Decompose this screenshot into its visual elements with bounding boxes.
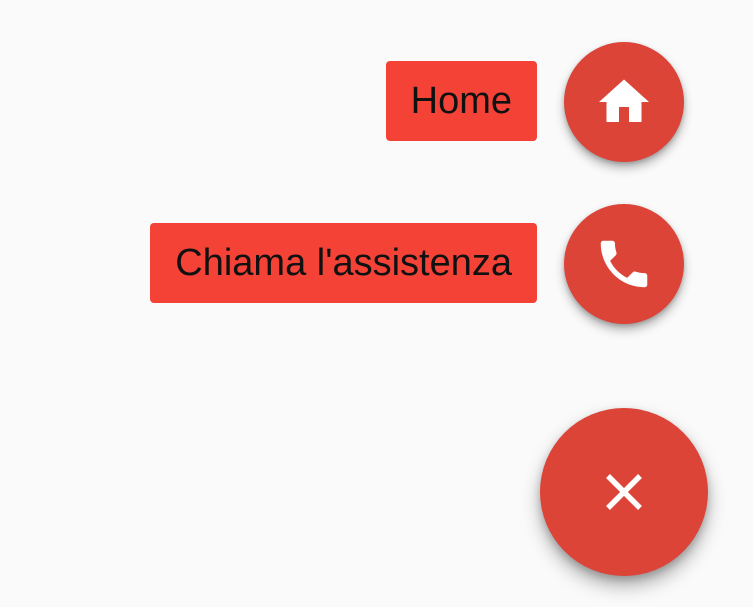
home-action-button[interactable] xyxy=(564,42,684,162)
call-support-action-button[interactable] xyxy=(564,204,684,324)
speed-dial-toggle-button[interactable] xyxy=(540,408,708,576)
home-action-label[interactable]: Home xyxy=(385,61,537,141)
home-icon xyxy=(594,72,654,132)
call-support-action-label[interactable]: Chiama l'assistenza xyxy=(150,223,537,303)
phone-icon xyxy=(593,233,655,295)
close-icon xyxy=(602,470,646,514)
